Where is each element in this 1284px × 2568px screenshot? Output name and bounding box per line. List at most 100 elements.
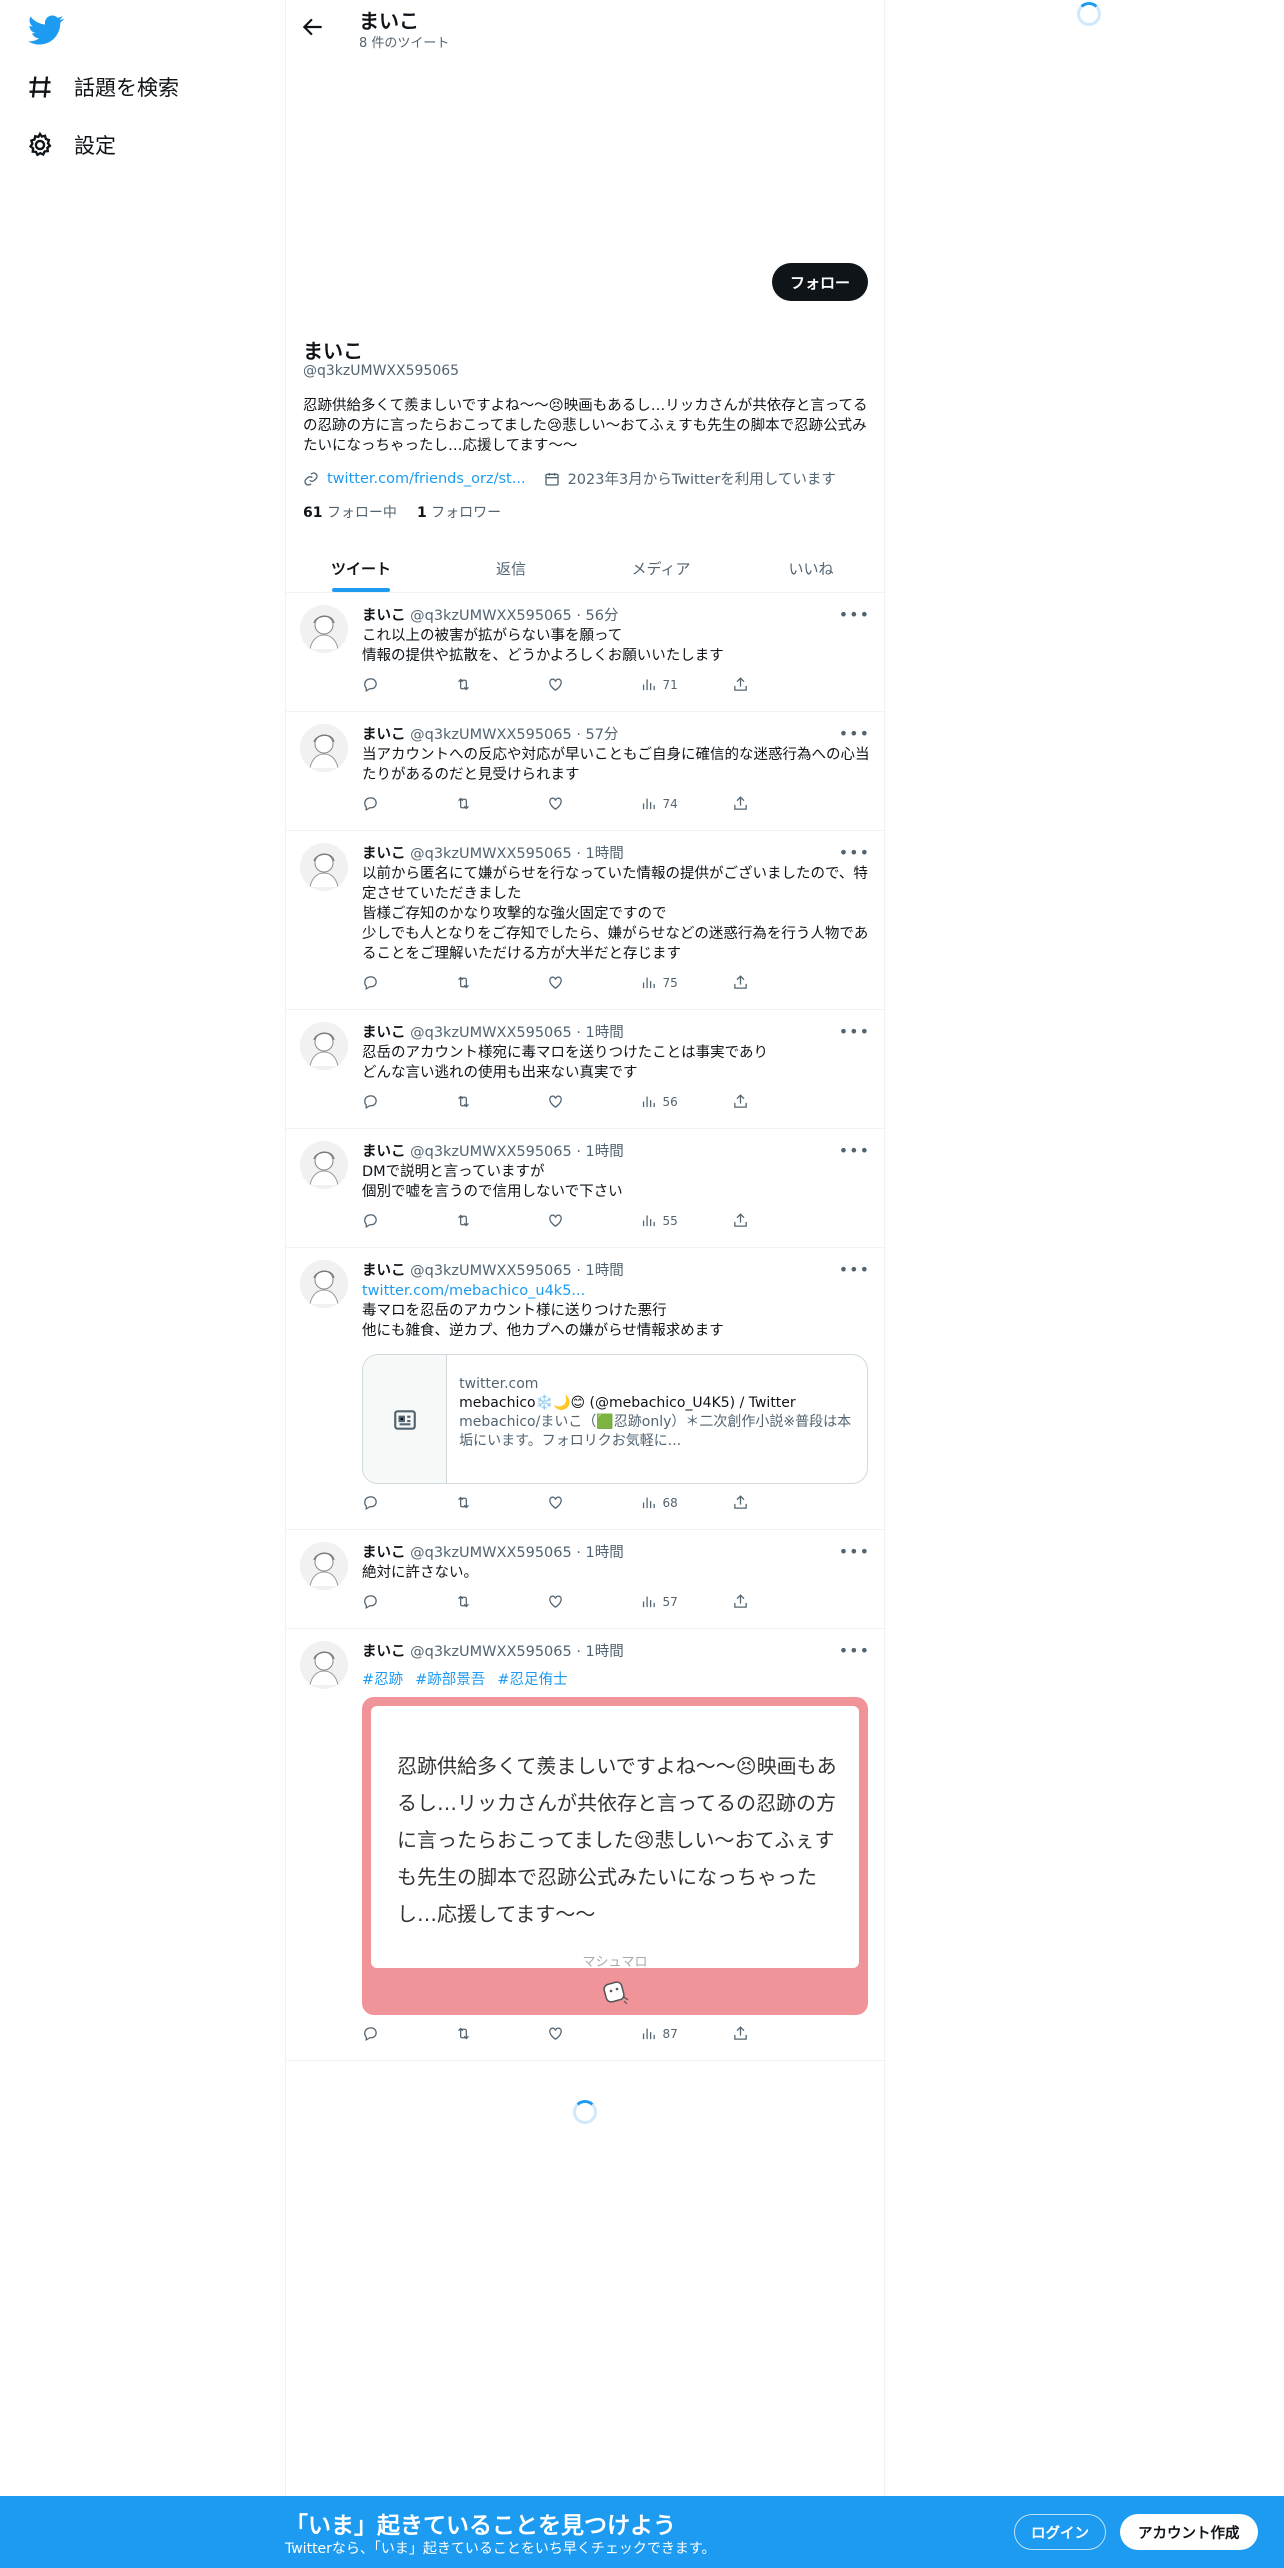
back-arrow-icon[interactable] [300, 14, 326, 40]
marshmallow-image[interactable]: 忍跡供給多くて羨ましいですよね〜〜😣映画もあるし…リッカさんが共依存と言ってるの… [362, 1697, 868, 2015]
tweet[interactable]: まいこ @q3kzUMWXX595065 · 1時間 ••• twitter.c… [286, 1248, 886, 1530]
tweet-author[interactable]: まいこ [362, 1644, 406, 1660]
reply-button[interactable] [362, 1593, 422, 1610]
marshmallow-brand: マシュマロ [582, 1955, 648, 1970]
tweet-author[interactable]: まいこ [362, 1263, 406, 1279]
retweet-button[interactable] [455, 1212, 515, 1229]
views-button[interactable]: 56 [640, 1093, 700, 1110]
avatar[interactable] [300, 605, 348, 653]
tweet-count: 8 件のツイート [359, 36, 450, 51]
view-count: 68 [662, 1495, 678, 1510]
more-icon[interactable]: ••• [839, 1641, 870, 1660]
reply-button[interactable] [362, 1093, 422, 1110]
avatar[interactable] [300, 1542, 348, 1590]
tweet-meta: @q3kzUMWXX595065 · 1時間 [410, 1263, 624, 1279]
more-icon[interactable]: ••• [839, 1542, 870, 1561]
tab-likes[interactable]: いいね [736, 545, 886, 592]
share-button[interactable] [732, 974, 792, 991]
like-button[interactable] [547, 676, 607, 693]
tweet[interactable]: まいこ @q3kzUMWXX595065 · 1時間 ••• 忍岳のアカウント様… [286, 1010, 886, 1129]
sidebar-item-explore[interactable]: 話題を検索 [26, 72, 179, 102]
reply-button[interactable] [362, 676, 422, 693]
login-button[interactable]: ログイン [1014, 2514, 1106, 2550]
reply-button[interactable] [362, 1494, 422, 1511]
tweet-actions: 87 [362, 2025, 792, 2042]
tweet[interactable]: まいこ @q3kzUMWXX595065 · 1時間 ••• #忍跡 #跡部景吾… [286, 1629, 886, 2061]
avatar[interactable] [300, 843, 348, 891]
like-button[interactable] [547, 2025, 607, 2042]
more-icon[interactable]: ••• [839, 843, 870, 862]
tweet[interactable]: まいこ @q3kzUMWXX595065 · 1時間 ••• 絶対に許さない。 … [286, 1530, 886, 1629]
hashtag-link[interactable]: #忍足侑士 [497, 1668, 567, 1689]
hashtag-link[interactable]: #跡部景吾 [415, 1668, 485, 1689]
profile-link[interactable]: twitter.com/friends_orz/st... [327, 471, 526, 487]
share-button[interactable] [732, 1212, 792, 1229]
tweet-author[interactable]: まいこ [362, 846, 406, 862]
views-button[interactable]: 74 [640, 795, 700, 812]
tweet[interactable]: まいこ @q3kzUMWXX595065 · 57分 ••• 当アカウントへの反… [286, 712, 886, 831]
retweet-button[interactable] [455, 795, 515, 812]
gear-icon [28, 131, 52, 157]
like-button[interactable] [547, 1212, 607, 1229]
views-button[interactable]: 71 [640, 676, 700, 693]
like-button[interactable] [547, 974, 607, 991]
tweet-author[interactable]: まいこ [362, 1545, 406, 1561]
more-icon[interactable]: ••• [839, 1141, 870, 1160]
avatar[interactable] [300, 1260, 348, 1308]
retweet-button[interactable] [455, 1093, 515, 1110]
tweet-link[interactable]: twitter.com/mebachico_u4k5... [362, 1281, 872, 1301]
tab-tweets[interactable]: ツイート [286, 545, 436, 592]
reply-button[interactable] [362, 1212, 422, 1229]
followers-link[interactable]: 1 フォロワー [417, 502, 501, 522]
reply-button[interactable] [362, 795, 422, 812]
retweet-button[interactable] [455, 974, 515, 991]
share-button[interactable] [732, 1593, 792, 1610]
views-button[interactable]: 57 [640, 1593, 700, 1610]
like-button[interactable] [547, 1093, 607, 1110]
like-button[interactable] [547, 1494, 607, 1511]
more-icon[interactable]: ••• [839, 724, 870, 743]
tweet-author[interactable]: まいこ [362, 1144, 406, 1160]
tweet[interactable]: まいこ @q3kzUMWXX595065 · 56分 ••• これ以上の被害が拡… [286, 593, 886, 712]
tab-replies[interactable]: 返信 [436, 545, 586, 592]
follow-button[interactable]: フォロー [771, 263, 868, 301]
link-card[interactable]: twitter.com mebachico❄️🌙😊 (@mebachico_U4… [362, 1354, 868, 1484]
retweet-button[interactable] [455, 1593, 515, 1610]
views-button[interactable]: 55 [640, 1212, 700, 1229]
like-button[interactable] [547, 795, 607, 812]
tweet-author[interactable]: まいこ [362, 727, 406, 743]
retweet-button[interactable] [455, 2025, 515, 2042]
sidebar-item-settings[interactable]: 設定 [26, 130, 116, 160]
more-icon[interactable]: ••• [839, 605, 870, 624]
twitter-bird-icon[interactable] [28, 12, 64, 48]
share-button[interactable] [732, 795, 792, 812]
more-icon[interactable]: ••• [839, 1260, 870, 1279]
tweet[interactable]: まいこ @q3kzUMWXX595065 · 1時間 ••• 以前から匿名にて嫌… [286, 831, 886, 1010]
following-link[interactable]: 61 フォロー中 [303, 502, 397, 522]
avatar[interactable] [300, 724, 348, 772]
avatar[interactable] [300, 1022, 348, 1070]
share-button[interactable] [732, 676, 792, 693]
retweet-button[interactable] [455, 1494, 515, 1511]
hashtag-link[interactable]: #忍跡 [362, 1668, 403, 1689]
share-button[interactable] [732, 2025, 792, 2042]
tweet[interactable]: まいこ @q3kzUMWXX595065 · 1時間 ••• DMで説明と言って… [286, 1129, 886, 1248]
reply-button[interactable] [362, 974, 422, 991]
tweet-author[interactable]: まいこ [362, 608, 406, 624]
retweet-button[interactable] [455, 676, 515, 693]
signup-button[interactable]: アカウント作成 [1120, 2514, 1258, 2550]
tab-media[interactable]: メディア [586, 545, 736, 592]
profile-handle: @q3kzUMWXX595065 [303, 363, 460, 379]
like-icon [549, 1496, 562, 1509]
avatar[interactable] [300, 1641, 348, 1689]
share-button[interactable] [732, 1494, 792, 1511]
share-button[interactable] [732, 1093, 792, 1110]
views-button[interactable]: 87 [640, 2025, 700, 2042]
like-button[interactable] [547, 1593, 607, 1610]
more-icon[interactable]: ••• [839, 1022, 870, 1041]
tweet-author[interactable]: まいこ [362, 1025, 406, 1041]
views-button[interactable]: 68 [640, 1494, 700, 1511]
avatar[interactable] [300, 1141, 348, 1189]
views-button[interactable]: 75 [640, 974, 700, 991]
reply-button[interactable] [362, 2025, 422, 2042]
